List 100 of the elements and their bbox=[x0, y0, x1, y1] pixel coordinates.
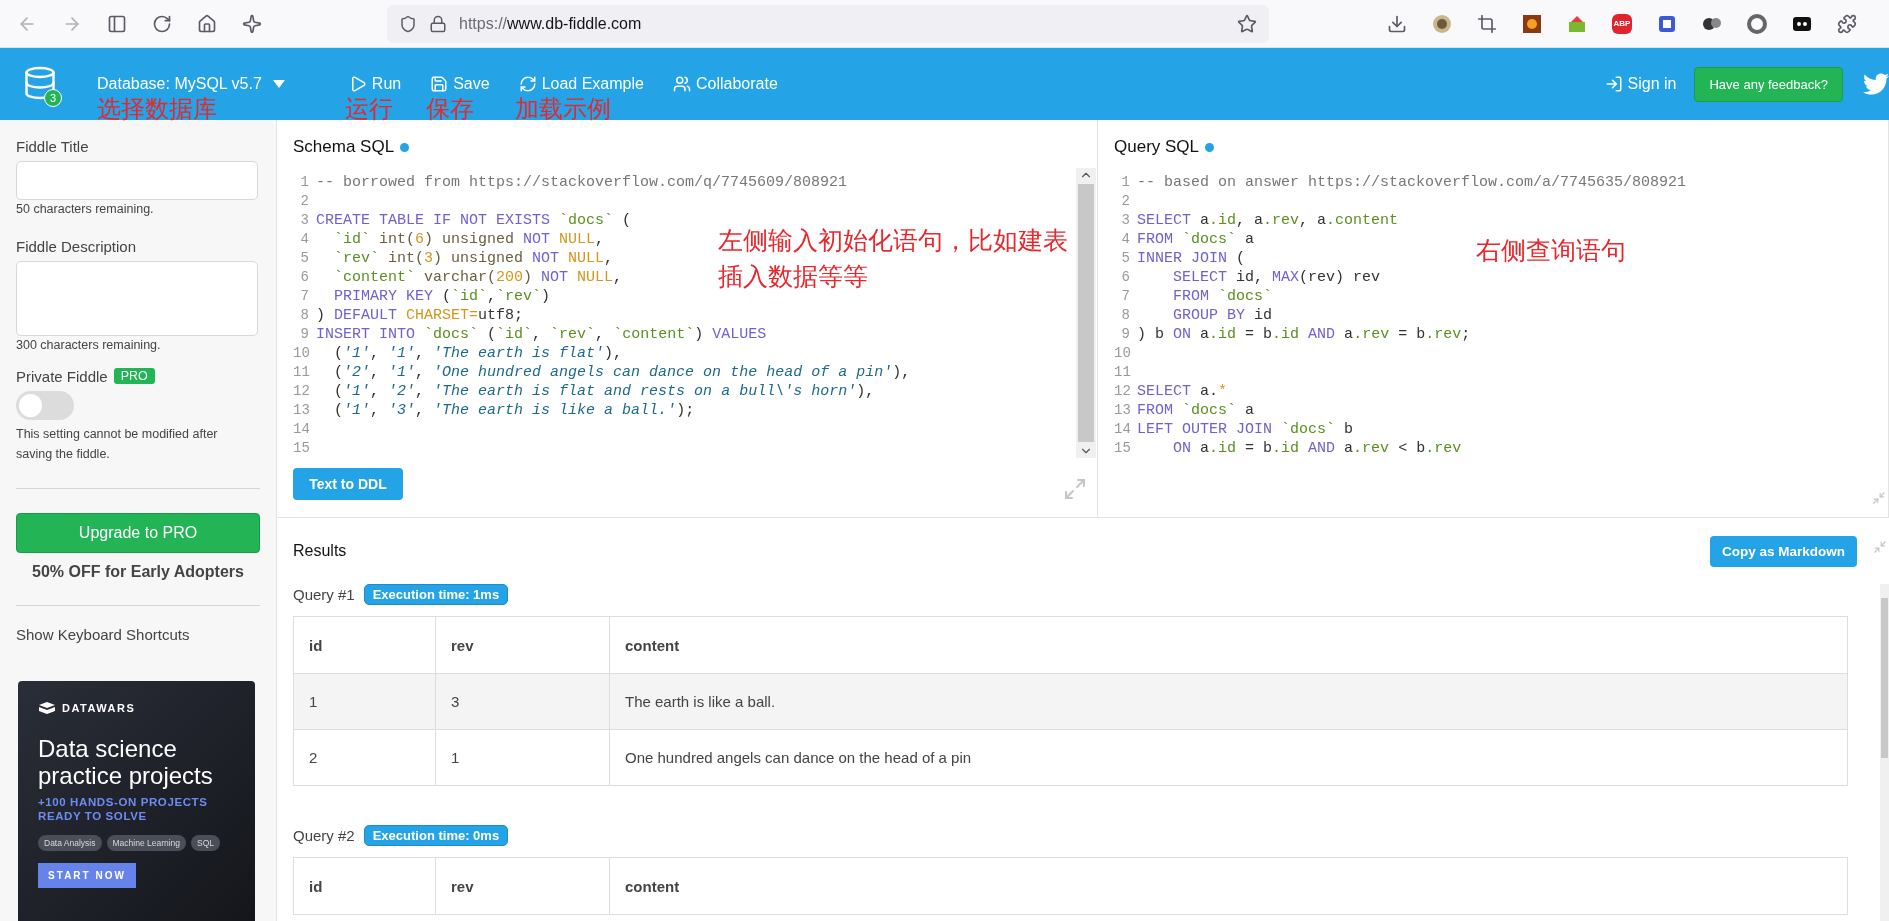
home-icon[interactable] bbox=[197, 13, 217, 34]
scrollbar[interactable] bbox=[1076, 168, 1096, 458]
line-number: 7 bbox=[1120, 287, 1130, 306]
adblock-icon[interactable]: ABP bbox=[1612, 13, 1632, 34]
code-line: ('2', '1', 'One hundred angels can dance on the head of a pin'), bbox=[333, 363, 911, 382]
table-cell: 2 bbox=[293, 729, 436, 786]
line-number: 8 bbox=[299, 306, 309, 325]
line-number: 11 bbox=[293, 363, 309, 382]
line-number: 9 bbox=[1120, 325, 1130, 344]
users-icon bbox=[672, 75, 691, 93]
extension-icon[interactable] bbox=[1432, 13, 1452, 34]
run-button[interactable]: Run bbox=[348, 75, 402, 93]
code-line: SELECT a.id, a.rev, a.content bbox=[1137, 211, 1399, 230]
extension-icon[interactable] bbox=[1522, 13, 1542, 34]
scrollbar[interactable] bbox=[1880, 584, 1889, 921]
code-line: `rev` int(3) unsigned NOT NULL, bbox=[333, 249, 614, 268]
crop-icon[interactable] bbox=[1477, 13, 1497, 34]
reload-icon[interactable] bbox=[152, 13, 172, 34]
panel-title: Schema SQL bbox=[293, 136, 1097, 158]
load-example-button[interactable]: Load Example bbox=[518, 75, 644, 93]
line-number: 10 bbox=[1114, 344, 1130, 363]
ad-card[interactable]: DATAWARS Data science practice projects +100 HANDS-ON PROJECTS READY TO SOLVE Data Analysis Machine Learning SQL START NOW bbox=[18, 681, 255, 921]
sparkle-icon[interactable] bbox=[242, 13, 262, 34]
url-text: https://www.db-fiddle.com bbox=[459, 14, 643, 33]
line-number: 9 bbox=[299, 325, 309, 344]
lock-icon bbox=[429, 14, 447, 33]
ad-tag: Data Analysis bbox=[38, 835, 102, 851]
line-number: 15 bbox=[293, 439, 309, 458]
column-header: content bbox=[609, 857, 1848, 915]
code-line: FROM `docs` bbox=[1172, 287, 1273, 306]
caret-icon bbox=[272, 79, 285, 89]
ad-subline: +100 HANDS-ON PROJECTS READY TO SOLVE bbox=[38, 795, 209, 823]
line-number: 10 bbox=[293, 344, 309, 363]
ad-headline: Data science practice projects bbox=[38, 735, 214, 789]
line-number: 14 bbox=[1114, 420, 1130, 439]
code-line: SELECT a.* bbox=[1137, 382, 1228, 401]
download-icon[interactable] bbox=[1387, 13, 1407, 34]
note-text: This setting cannot be modified after saving the fiddle. bbox=[16, 426, 219, 463]
line-number: 11 bbox=[1114, 363, 1130, 382]
database-selector[interactable]: Database: MySQL v5.7 bbox=[97, 75, 285, 93]
code-line: FROM `docs` a bbox=[1137, 401, 1255, 420]
line-number: 1 bbox=[299, 173, 309, 192]
line-number: 15 bbox=[1114, 439, 1130, 458]
code-line: ) DEFAULT CHARSET=utf8; bbox=[316, 306, 524, 325]
sign-in-link[interactable]: Sign in bbox=[1604, 75, 1677, 93]
line-number: 2 bbox=[1120, 192, 1130, 211]
description-input[interactable] bbox=[16, 261, 258, 336]
line-number: 12 bbox=[1114, 382, 1130, 401]
ad-tag: SQL bbox=[191, 835, 221, 851]
table-cell: One hundred angels can dance on the head of a pin bbox=[609, 729, 1848, 786]
save-button[interactable]: Save bbox=[430, 75, 490, 93]
panel-title: Query SQL bbox=[1114, 136, 1888, 158]
upgrade-button[interactable]: Upgrade to PRO bbox=[16, 513, 260, 553]
query-label: Query #2 bbox=[293, 827, 355, 844]
column-header: id bbox=[293, 857, 436, 915]
column-header: id bbox=[293, 616, 436, 674]
line-number: 6 bbox=[299, 268, 309, 287]
bookmark-star-icon[interactable] bbox=[1237, 13, 1257, 34]
shield-icon bbox=[399, 14, 417, 33]
line-number: 13 bbox=[1114, 401, 1130, 420]
save-icon bbox=[430, 75, 449, 93]
collaborate-button[interactable]: Collaborate bbox=[672, 75, 778, 93]
text-to-ddl-button[interactable]: Text to DDL bbox=[293, 468, 403, 500]
code-line: INSERT INTO `docs` (`id`, `rev`, `content`) VALUES bbox=[316, 325, 767, 344]
annotation: 加载示例 bbox=[514, 95, 611, 123]
table-cell: 3 bbox=[435, 673, 610, 730]
code-line: LEFT OUTER JOIN `docs` b bbox=[1137, 420, 1354, 439]
execution-time-badge: Execution time: 1ms bbox=[363, 584, 509, 605]
line-number: 3 bbox=[1120, 211, 1130, 230]
status-dot bbox=[1205, 142, 1215, 152]
ad-tag: Machine Learning bbox=[106, 835, 187, 851]
line-number: 4 bbox=[299, 230, 309, 249]
table-cell: 1 bbox=[435, 729, 610, 786]
column-header: rev bbox=[435, 857, 610, 915]
puzzle-icon[interactable] bbox=[1837, 13, 1857, 34]
table-cell: 1 bbox=[293, 673, 436, 730]
code-line: ('1', '3', 'The earth is like a ball.'); bbox=[333, 401, 695, 420]
refresh-icon bbox=[518, 75, 537, 93]
pro-badge: PRO bbox=[113, 367, 155, 384]
feedback-button[interactable]: Have any feedback? bbox=[1694, 66, 1843, 102]
query-label: Query #1 bbox=[293, 586, 355, 603]
sidebar-icon[interactable] bbox=[107, 13, 127, 34]
annotation: 右侧查询语句 bbox=[1476, 235, 1626, 267]
shortcuts-link[interactable]: Show Keyboard Shortcuts bbox=[16, 626, 260, 643]
code-line: SELECT id, MAX(rev) rev bbox=[1172, 268, 1381, 287]
table-cell: The earth is like a ball. bbox=[609, 673, 1848, 730]
line-number: 6 bbox=[1120, 268, 1130, 287]
private-toggle[interactable] bbox=[16, 391, 74, 420]
column-header: content bbox=[609, 616, 1848, 674]
field-label: Private Fiddle bbox=[16, 368, 108, 385]
execution-time-badge: Execution time: 0ms bbox=[363, 825, 509, 846]
code-line: ) b ON a.id = b.id AND a.rev = b.rev; bbox=[1137, 325, 1471, 344]
code-line: ('1', '1', 'The earth is flat'), bbox=[333, 344, 623, 363]
start-now-button[interactable]: START NOW bbox=[38, 863, 136, 888]
annotation: 运行 bbox=[344, 95, 393, 123]
bird-icon[interactable] bbox=[1863, 71, 1889, 97]
copy-markdown-button[interactable]: Copy as Markdown bbox=[1709, 535, 1857, 567]
address-bar[interactable]: https://www.db-fiddle.com bbox=[387, 4, 1269, 43]
code-line: ('1', '2', 'The earth is flat and rests on a bull\'s horn'), bbox=[333, 382, 875, 401]
title-input[interactable] bbox=[16, 161, 258, 200]
